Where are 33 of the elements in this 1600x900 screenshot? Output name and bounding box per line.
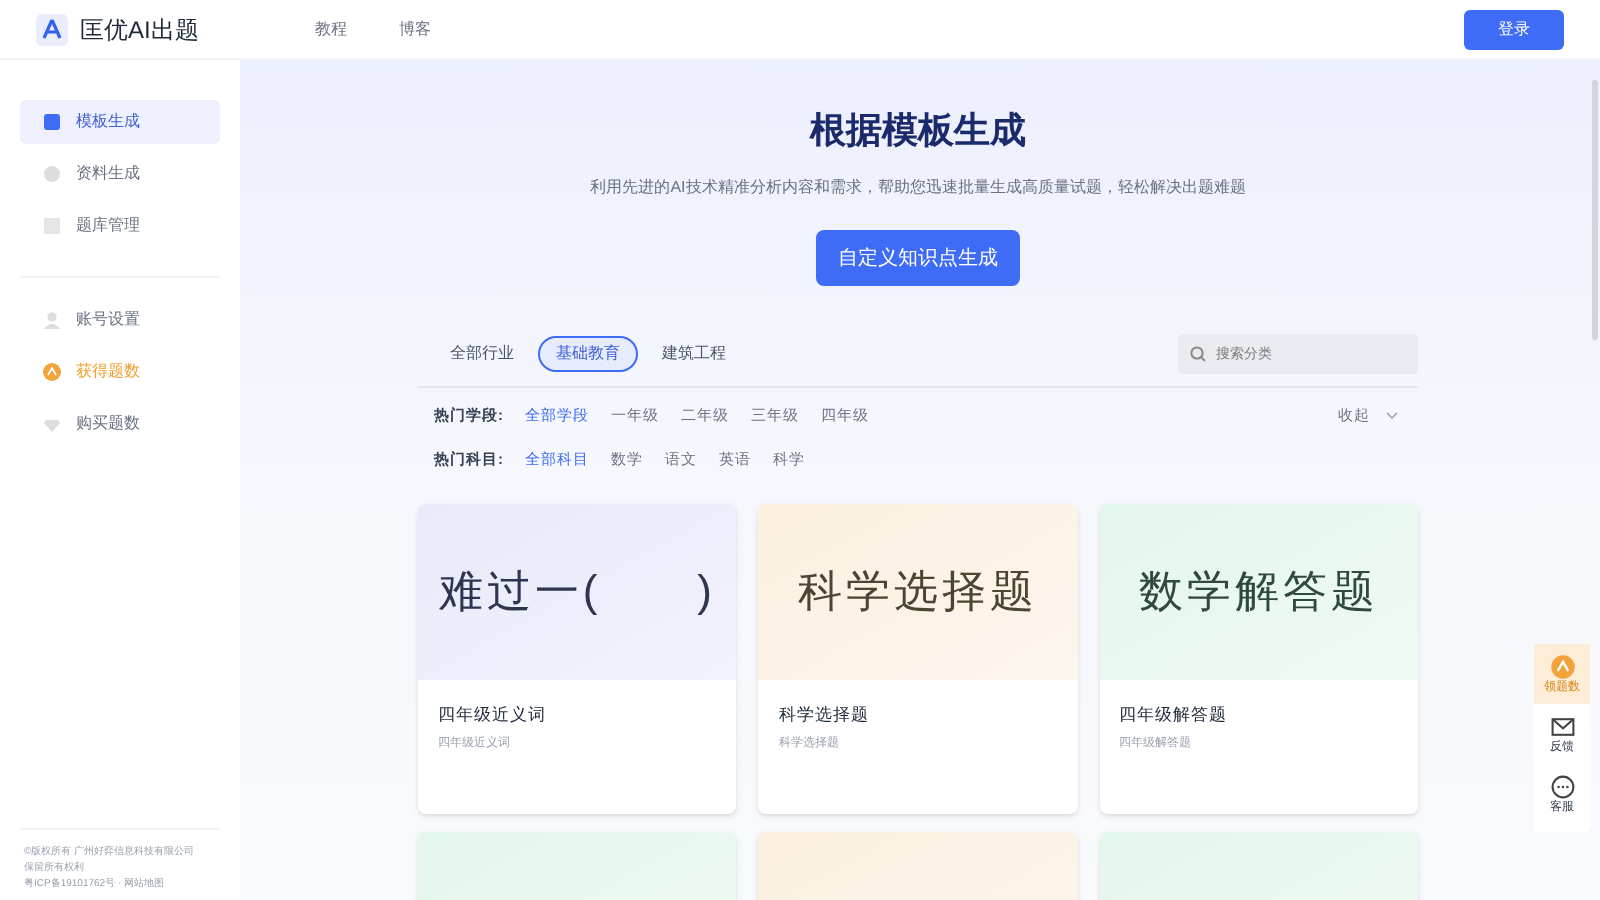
sidebar-item[interactable]: 账号设置	[20, 298, 220, 342]
page-subtitle: 利用先进的AI技术精准分析内容和需求，帮助您迅速批量生成高质量试题，轻松解决出题难题	[588, 176, 1248, 200]
card-title: 四年级近义词	[438, 701, 548, 727]
custom-generate-button[interactable]: 自定义知识点生成	[816, 230, 1020, 286]
document-icon	[42, 164, 62, 184]
diamond-icon	[42, 414, 62, 434]
search-icon	[1190, 346, 1206, 362]
login-button[interactable]: 登录	[1464, 9, 1564, 49]
card-title: 科学选择题	[778, 701, 871, 727]
coin-icon	[42, 362, 62, 382]
sidebar-item[interactable]: 题库管理	[20, 204, 220, 248]
nav-link[interactable]: 博客	[398, 17, 431, 41]
industry-tab[interactable]: 建筑工程	[646, 336, 742, 372]
user-icon	[42, 310, 62, 330]
sidebar-item[interactable]: 模板生成	[20, 100, 220, 144]
card-title: 四年级解答题	[1119, 701, 1230, 727]
coin-icon	[1549, 654, 1575, 680]
page-title: 根据模板生成	[807, 108, 1028, 154]
cover-text: 难过一( )	[438, 564, 716, 620]
sidebar-item[interactable]: 购买题数	[20, 402, 220, 446]
cover-text: 科学选择题	[797, 564, 1038, 620]
industry-tab[interactable]: 全部行业	[434, 336, 530, 372]
logo-text[interactable]: 匡优AI出题	[80, 11, 199, 47]
sidebar-item[interactable]: 资料生成	[20, 152, 220, 196]
template-icon	[42, 112, 62, 132]
square-icon	[42, 216, 62, 236]
chat-icon	[1549, 774, 1575, 800]
cover-text: 数学解答题	[1138, 564, 1379, 620]
mail-icon	[1549, 714, 1575, 740]
industry-tab[interactable]: 基础教育	[538, 336, 638, 372]
chevron-down-icon	[1386, 411, 1398, 420]
logo-icon	[36, 13, 68, 45]
nav-link[interactable]: 教程	[314, 17, 347, 41]
